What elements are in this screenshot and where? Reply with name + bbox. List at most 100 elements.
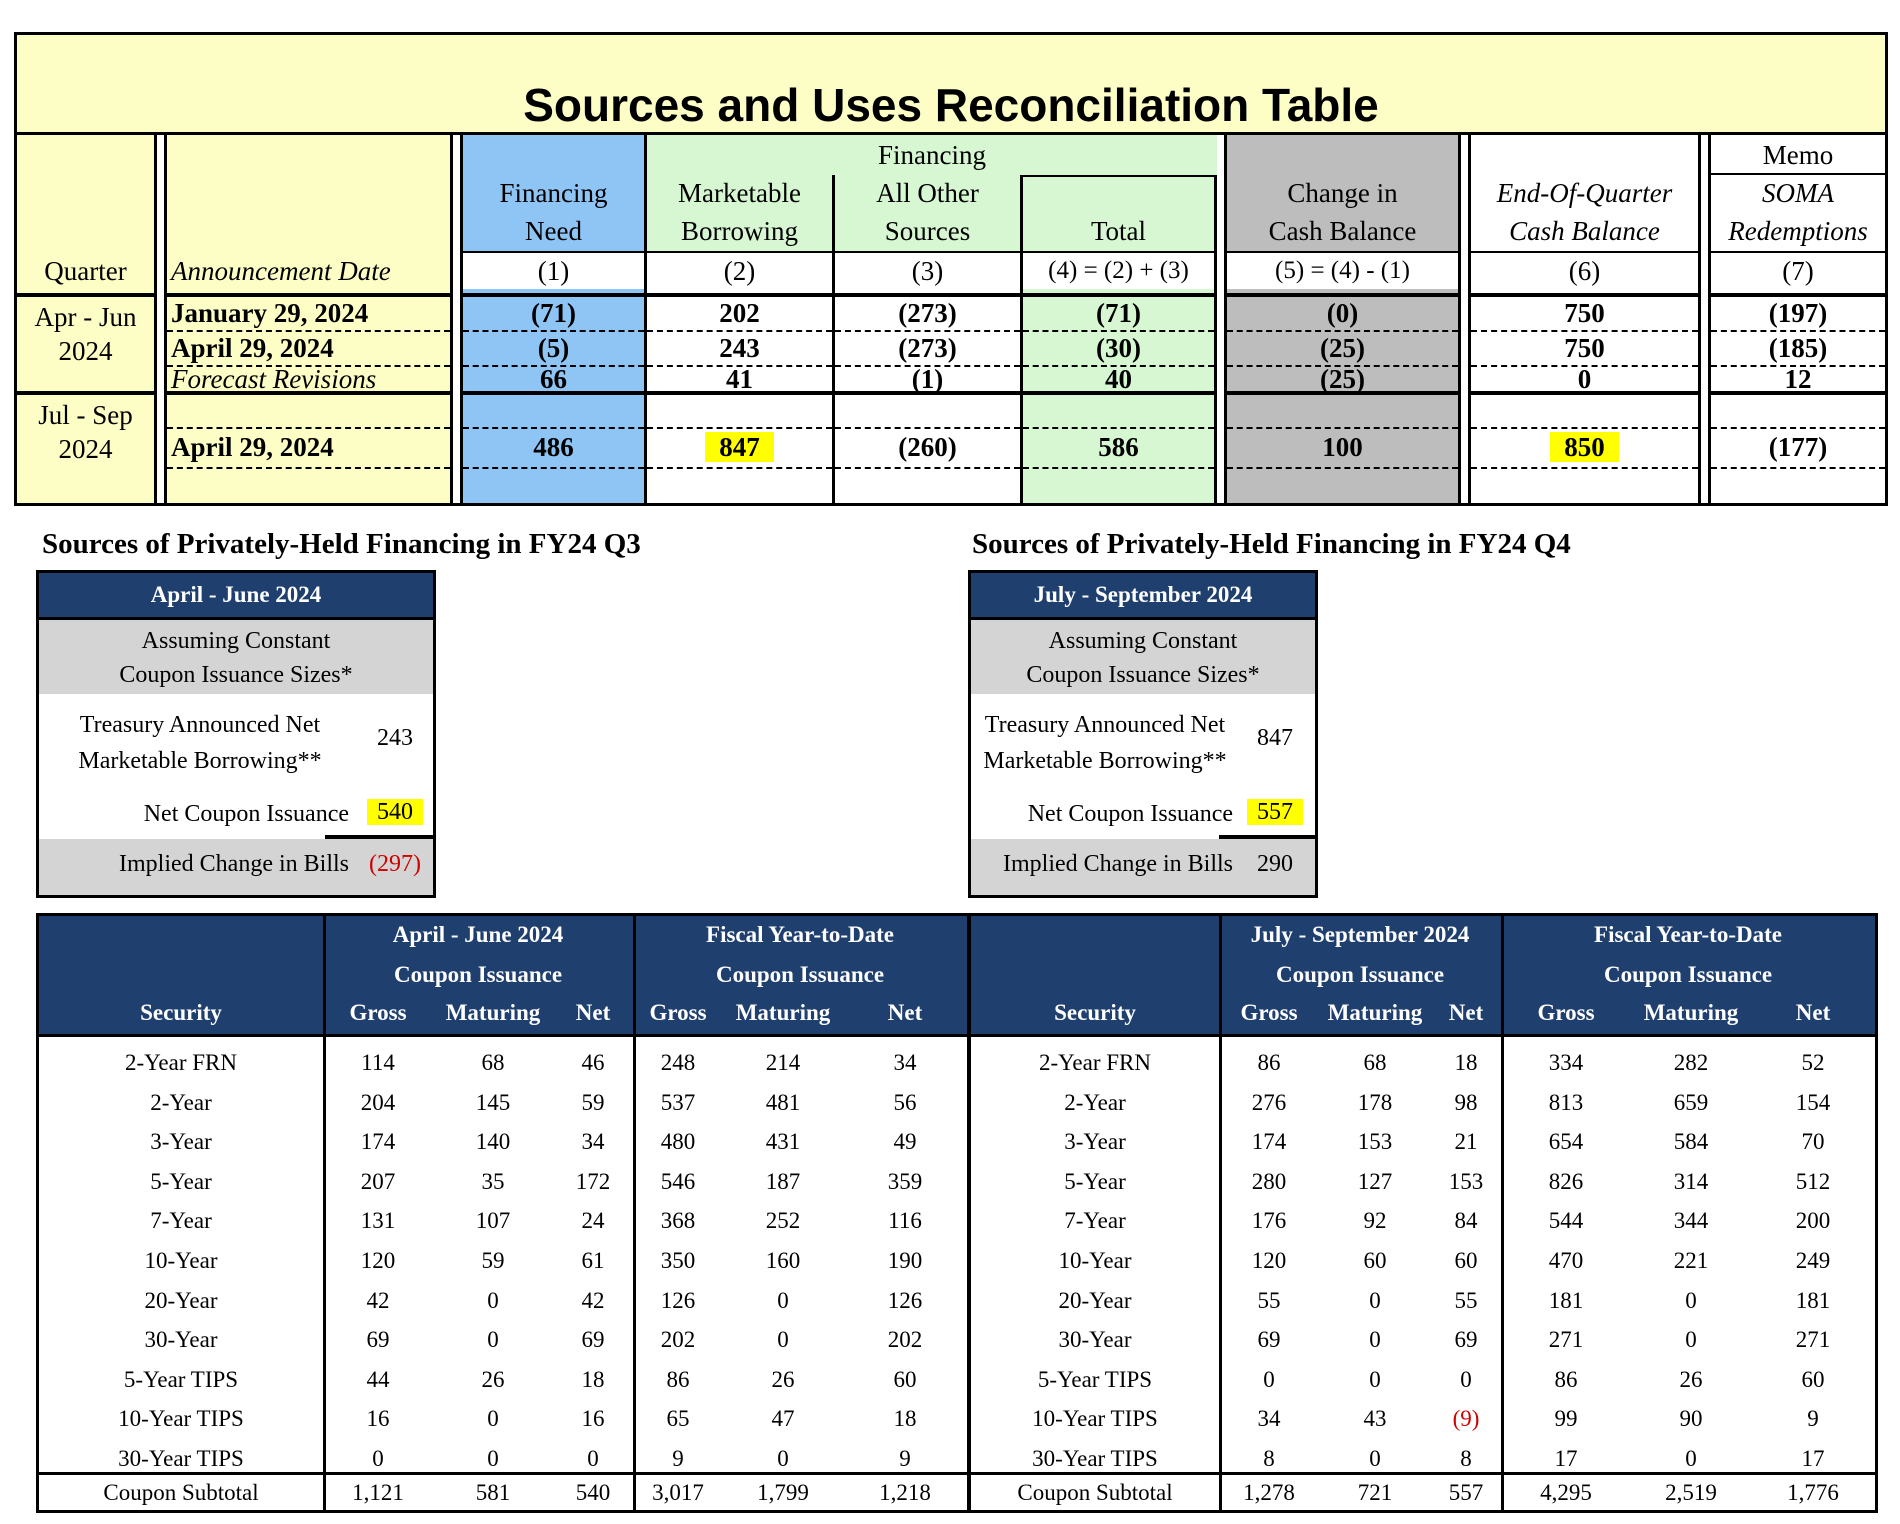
table-cell: 0 <box>1685 1327 1697 1353</box>
table-cell: 826 <box>1548 1168 1584 1194</box>
row-label: Net Coupon Issuance <box>143 801 349 827</box>
table-cell: 252 <box>765 1208 801 1234</box>
row-value: 847 <box>1257 725 1293 751</box>
table-cell: 214 <box>765 1050 801 1075</box>
table-cell: 60 <box>1454 1248 1478 1273</box>
table-cell: 116 <box>888 1208 922 1234</box>
q4-box-title: Sources of Privately-Held Financing in F… <box>972 528 1571 560</box>
quarter-label: Apr - Jun <box>34 302 137 332</box>
q4-box-assumption: Assuming Constant Coupon Issuance Sizes* <box>971 620 1315 694</box>
table-cell: 204 <box>360 1089 396 1115</box>
table-cell: 60 <box>893 1366 917 1392</box>
table-cell: 44 <box>366 1366 390 1392</box>
cell-value: (177) <box>1768 432 1828 462</box>
table-cell: 65 <box>666 1406 690 1432</box>
table-cell: 68 <box>1363 1050 1387 1075</box>
table-cell: 187 <box>765 1168 801 1194</box>
table-cell: 207 <box>360 1168 396 1194</box>
table-cell: 0 <box>1369 1287 1381 1313</box>
col-header: Change in <box>1287 178 1398 208</box>
table-cell: (9) <box>1452 1406 1480 1432</box>
col-number: (7) <box>1782 256 1814 286</box>
q4-financing-box: July - September 2024 Assuming Constant … <box>968 570 1318 898</box>
table-cell: 202 <box>660 1327 696 1353</box>
column-header-net: Net <box>1795 1000 1831 1025</box>
table-cell: 8 <box>1460 1446 1472 1471</box>
total-column: Total (4) = (2) + (3) (71) (30) 40 586 <box>1023 175 1217 503</box>
table-cell: 16 <box>366 1406 390 1432</box>
subtotal-cell: 4,295 <box>1540 1480 1592 1505</box>
col-number: (3) <box>911 256 944 286</box>
table-cell: 8 <box>1263 1446 1275 1471</box>
subtotal-cell: 1,278 <box>1243 1480 1295 1505</box>
table-cell: 654 <box>1548 1129 1584 1155</box>
table-cell: 52 <box>1801 1050 1825 1075</box>
table-cell: 334 <box>1548 1050 1584 1075</box>
ytd-header: Fiscal Year-to-Date <box>1594 922 1782 947</box>
col-number: (4) = (2) + (3) <box>1023 253 1214 289</box>
table-cell: 0 <box>487 1327 499 1353</box>
table-cell: 481 <box>765 1089 801 1115</box>
assumption-line: Assuming Constant <box>141 628 331 654</box>
end-of-quarter-cash-column: End-Of-Quarter Cash Balance (6) 750 750 … <box>1471 135 1701 503</box>
assumption-line: Assuming Constant <box>1048 628 1238 654</box>
cell-value: 750 <box>1564 333 1605 363</box>
table-cell: 26 <box>1679 1366 1703 1392</box>
table-cell: 431 <box>765 1129 801 1155</box>
col-header: End-Of-Quarter <box>1496 178 1673 208</box>
security-name: 2-Year <box>150 1089 212 1115</box>
security-name: 10-Year <box>144 1248 218 1273</box>
table-cell: 9 <box>672 1446 684 1471</box>
table-cell: 9 <box>1807 1406 1819 1432</box>
column-header-maturing: Maturing <box>445 1000 541 1025</box>
subtotal-label: Coupon Subtotal <box>1017 1480 1173 1505</box>
period-header: April - June 2024 <box>392 922 564 947</box>
table-cell: 0 <box>1369 1327 1381 1353</box>
table-cell: 140 <box>475 1129 511 1155</box>
table-cell: 70 <box>1801 1129 1825 1155</box>
column-header-gross: Gross <box>649 1000 707 1025</box>
cell-value: (185) <box>1768 333 1828 363</box>
highlighted-value: 850 <box>1550 432 1619 462</box>
table-cell: 84 <box>1454 1208 1478 1234</box>
table-cell: 190 <box>887 1248 923 1273</box>
quarter-label: Jul - Sep <box>38 400 133 430</box>
table-cell: 0 <box>487 1446 499 1471</box>
table-cell: 271 <box>1548 1327 1584 1353</box>
table-cell: 271 <box>1795 1327 1831 1353</box>
quarter-label: 2024 <box>58 434 113 464</box>
highlighted-value: 847 <box>705 432 774 462</box>
q3-box-header: April - June 2024 <box>39 573 433 620</box>
table-cell: 0 <box>1369 1446 1381 1471</box>
column-header-gross: Gross <box>1240 1000 1298 1025</box>
table-cell: 0 <box>1369 1366 1381 1392</box>
table-cell: 181 <box>1795 1287 1831 1313</box>
table-cell: 280 <box>1251 1168 1287 1194</box>
coupon-table-header: July - September 2024 Coupon Issuance Fisc… <box>971 916 1875 1034</box>
table-cell: 18 <box>1454 1050 1478 1075</box>
period-header: July - September 2024 <box>1250 922 1470 947</box>
table-cell: 21 <box>1454 1129 1478 1155</box>
table-cell: 49 <box>893 1129 917 1155</box>
table-cell: 43 <box>1363 1406 1387 1432</box>
table-cell: 86 <box>1257 1050 1281 1075</box>
row-value: 540 <box>355 799 435 826</box>
table-cell: 344 <box>1673 1208 1709 1234</box>
security-name: 10-Year <box>1058 1248 1132 1273</box>
table-cell: 127 <box>1357 1168 1393 1194</box>
row-label: Marketable Borrowing** <box>983 748 1227 774</box>
col-header: Financing <box>499 178 608 208</box>
subtotal-cell: 540 <box>575 1480 611 1505</box>
table-cell: 59 <box>481 1248 505 1273</box>
column-header-gross: Gross <box>349 1000 407 1025</box>
col-header: Borrowing <box>681 216 798 246</box>
security-name: 7-Year <box>150 1208 212 1234</box>
assumption-line: Coupon Issuance Sizes* <box>119 662 353 688</box>
table-cell: 34 <box>581 1129 605 1155</box>
table-cell: 350 <box>660 1248 696 1273</box>
cell-value: (0) <box>1326 298 1359 328</box>
row-date: January 29, 2024 <box>171 298 369 328</box>
announcement-date-column: Announcement Date January 29, 2024 April… <box>167 135 453 503</box>
cell-value: 243 <box>719 333 760 363</box>
column-header-net: Net <box>1448 1000 1484 1025</box>
